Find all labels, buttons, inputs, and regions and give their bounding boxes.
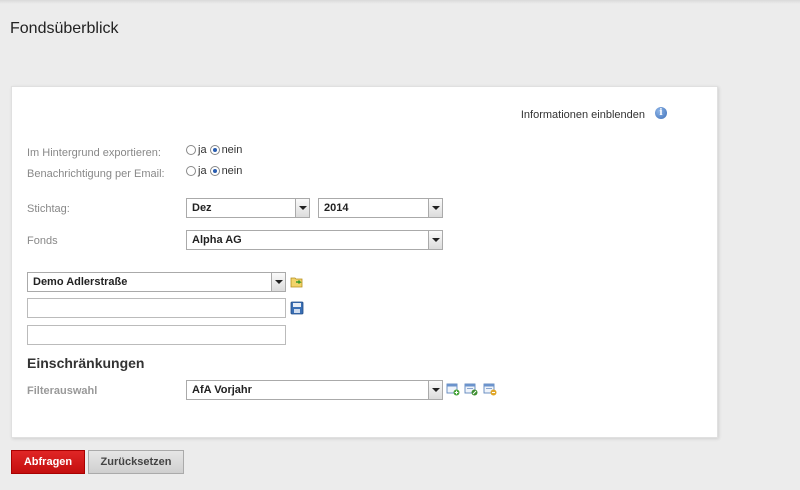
info-toggle-link[interactable]: Informationen einblenden xyxy=(521,109,645,121)
chevron-down-icon xyxy=(271,273,285,291)
export-background-no-label: nein xyxy=(221,144,243,156)
top-bar xyxy=(0,0,800,4)
info-icon[interactable]: i xyxy=(655,107,667,119)
chevron-down-icon xyxy=(428,381,442,399)
fonds-value: Alpha AG xyxy=(192,234,242,246)
copy-filter-icon[interactable] xyxy=(483,382,497,396)
name-input[interactable] xyxy=(27,298,286,318)
add-filter-icon[interactable] xyxy=(446,382,460,396)
export-background-options: ja nein xyxy=(186,144,245,156)
email-notification-no-label: nein xyxy=(221,165,243,177)
main-panel: Informationen einblenden i Im Hintergrun… xyxy=(11,86,718,438)
chevron-down-icon xyxy=(428,231,442,249)
fonds-select[interactable]: Alpha AG xyxy=(186,230,443,250)
email-notification-label: Benachrichtigung per Email: xyxy=(27,168,165,180)
export-background-yes-label: ja xyxy=(198,144,207,156)
save-icon[interactable] xyxy=(290,301,304,315)
stichtag-month-select[interactable]: Dez xyxy=(186,198,310,218)
export-background-no-radio[interactable] xyxy=(209,145,220,155)
load-folder-icon[interactable] xyxy=(290,275,304,289)
page-title: Fondsüberblick xyxy=(10,20,119,37)
extra-input[interactable] xyxy=(27,325,286,345)
fonds-label: Fonds xyxy=(27,235,58,247)
edit-filter-icon[interactable] xyxy=(464,382,478,396)
query-button[interactable]: Abfragen xyxy=(11,450,85,474)
export-background-yes-radio[interactable] xyxy=(186,145,196,155)
export-background-label: Im Hintergrund exportieren: xyxy=(27,147,161,159)
stichtag-month-value: Dez xyxy=(192,202,212,214)
property-select[interactable]: Demo Adlerstraße xyxy=(27,272,286,292)
stichtag-year-value: 2014 xyxy=(324,202,349,214)
chevron-down-icon xyxy=(428,199,442,217)
stichtag-label: Stichtag: xyxy=(27,203,70,215)
email-notification-yes-label: ja xyxy=(198,165,207,177)
filter-label: Filterauswahl xyxy=(27,385,98,397)
property-value: Demo Adlerstraße xyxy=(33,276,128,288)
restrictions-title: Einschränkungen xyxy=(27,355,145,371)
email-notification-yes-radio[interactable] xyxy=(186,166,196,176)
filter-select[interactable]: AfA Vorjahr xyxy=(186,380,443,400)
filter-value: AfA Vorjahr xyxy=(192,384,252,396)
email-notification-options: ja nein xyxy=(186,165,245,177)
email-notification-no-radio[interactable] xyxy=(209,166,220,176)
stichtag-year-select[interactable]: 2014 xyxy=(318,198,443,218)
chevron-down-icon xyxy=(295,199,309,217)
reset-button[interactable]: Zurücksetzen xyxy=(88,450,184,474)
